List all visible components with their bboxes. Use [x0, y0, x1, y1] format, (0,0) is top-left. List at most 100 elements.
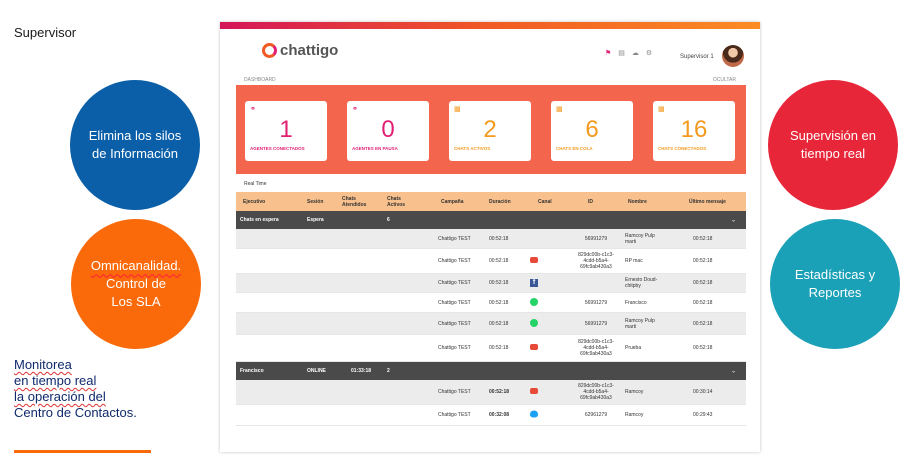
card-label: CHATS CONECTADOS — [658, 146, 707, 151]
card-chats-queued: ▩ 6 CHATS EN COLA — [551, 101, 633, 161]
note-underline-rule — [14, 450, 151, 453]
table-row[interactable]: Chattigo TEST 00:52:18 56991279 Ramcoy Pulp… — [236, 313, 746, 335]
headset-icon: ⚭ — [250, 106, 256, 113]
cell-campana: Chattigo TEST — [438, 320, 471, 327]
col-duracion[interactable]: Duración — [489, 199, 511, 205]
col-atendidos[interactable]: Chats Atendidos — [342, 196, 370, 208]
cell-nombre: Ramcoy Pulp marti — [625, 317, 655, 330]
col-sesion[interactable]: Sesión — [307, 199, 323, 205]
cell-nombre: Ramcoy — [625, 412, 644, 418]
summary-panel: ⚭ 1 AGENTES CONECTADOS ⚭ 0 AGENTES EN PA… — [236, 85, 746, 174]
cell-campana: Chattigo TEST — [438, 412, 471, 418]
table-row[interactable]: Chattigo TEST 00:52:18 829dc00b-c1c3-4cdd-… — [236, 335, 746, 362]
group-row[interactable]: Francisco ONLINE 01:33:18 2 ⌄ — [236, 362, 746, 380]
cell-id: 829dc00b-c1c3-4cdd-b5a4-69fc9ab430a3 — [578, 252, 614, 270]
cell-duracion: 00:52:18 — [489, 280, 509, 286]
table-row[interactable]: Chattigo TEST 00:52:18 56991279 Francisco 00… — [236, 293, 746, 313]
realtime-table: Ejecutivo Sesión Chats Atendidos Chats A… — [236, 192, 746, 426]
cell-ultimo: 00:52:18 — [693, 258, 713, 264]
avatar[interactable] — [722, 45, 744, 67]
whatsapp-icon — [530, 297, 538, 306]
feature-circle-silos: Elimina los silos de Información — [70, 80, 200, 210]
chevron-down-icon[interactable]: ⌄ — [731, 368, 736, 375]
feature-circle-omnichannel: Omnicanalidad. Control de Los SLA — [71, 219, 201, 349]
user-name[interactable]: Supervisor 1 — [680, 54, 714, 60]
cell-id: 829dc00b-c1c3-4cdd-b5a4-69fc9ab430a3 — [578, 383, 614, 401]
cell-duracion: 00:52:18 — [489, 258, 509, 264]
cell-duracion: 00:52:18 — [489, 345, 509, 351]
cell-ultimo: 00:52:18 — [693, 299, 713, 306]
table-row[interactable]: Chattigo TEST 00:32:08 62961279 Ramcoy 00:29… — [236, 405, 746, 426]
cell-id: 62961279 — [584, 412, 608, 418]
cell-ultimo: 00:29:43 — [693, 412, 713, 418]
card-label: AGENTES EN PAUSA — [352, 146, 398, 151]
group-ejecutivo: Chats en espera — [240, 217, 279, 223]
card-label: CHATS EN COLA — [556, 146, 593, 151]
col-activos[interactable]: Chats Activos — [387, 196, 413, 208]
col-ejecutivo[interactable]: Ejecutivo — [243, 199, 265, 205]
table-row[interactable]: Chattigo TEST 00:52:18 829dc00b-c1c3-4cdd-… — [236, 249, 746, 274]
table-body: Chats en espera Espera 6 ⌄ Chattigo TEST 00:5… — [236, 211, 746, 426]
breadcrumb-label: DASHBOARD — [244, 77, 276, 83]
col-campana[interactable]: Campaña — [441, 199, 464, 205]
chat-icon: ▩ — [556, 106, 563, 113]
col-id[interactable]: ID — [588, 199, 593, 205]
chevron-down-icon[interactable]: ⌄ — [731, 217, 736, 224]
group-row[interactable]: Chats en espera Espera 6 ⌄ — [236, 211, 746, 229]
realtime-label: Real Time — [244, 181, 267, 187]
chat-icon — [530, 344, 538, 350]
clipboard-icon[interactable]: ▤ — [618, 49, 625, 57]
col-ultimo[interactable]: Último mensaje — [689, 199, 726, 205]
cell-campana: Chattigo TEST — [438, 389, 471, 395]
feature-circle-silos-text: Elimina los silos de Información — [88, 128, 182, 161]
group-ejecutivo: Francisco — [240, 368, 264, 374]
col-nombre[interactable]: Nombre — [628, 199, 647, 205]
feature-circle-stats: Estadísticas y Reportes — [770, 219, 900, 349]
feature-circle-stats-text: Estadísticas y Reportes — [794, 267, 876, 300]
notification-icon[interactable]: ⚑ — [605, 49, 611, 57]
chattigo-logo[interactable]: chattigo — [262, 42, 338, 59]
table-row[interactable]: Chattigo TEST 00:52:18 829dc00b-c1c3-4cdd-… — [236, 380, 746, 405]
cell-ultimo: 00:52:18 — [693, 345, 713, 351]
monitoring-note: Monitorea en tiempo real la operación de… — [14, 357, 137, 421]
slide-title: Supervisor — [14, 25, 77, 40]
cell-id: 56991279 — [584, 235, 608, 242]
card-chats-connected: ▩ 16 CHATS CONECTADOS — [653, 101, 735, 161]
hide-button[interactable]: OCULTAR — [713, 77, 736, 83]
note-line: en tiempo real — [14, 373, 97, 388]
col-canal[interactable]: Canal — [538, 199, 552, 205]
card-chats-active: ▩ 2 CHATS ACTIVOS — [449, 101, 531, 161]
cell-duracion: 00:52:18 — [489, 235, 509, 242]
cell-duracion: 00:32:08 — [489, 412, 510, 418]
cloud-icon[interactable]: ☁ — [632, 49, 639, 57]
feature-circle-omnichannel-line2: Control de — [106, 276, 166, 291]
dashboard-screenshot: chattigo ⚑ ▤ ☁ ⚙ Supervisor 1 DASHBOARD … — [220, 22, 760, 452]
card-label: AGENTES CONECTADOS — [250, 146, 305, 151]
note-line: Monitorea — [14, 357, 72, 372]
table-header: Ejecutivo Sesión Chats Atendidos Chats A… — [236, 192, 746, 211]
cell-ultimo: 00:52:18 — [693, 280, 713, 286]
facebook-icon: f — [530, 279, 538, 287]
card-value: 16 — [680, 116, 708, 143]
settings-icon[interactable]: ⚙ — [646, 49, 652, 57]
cell-campana: Chattigo TEST — [438, 258, 471, 264]
note-line: la operación del — [14, 389, 106, 404]
note-line: Centro de Contactos. — [14, 405, 137, 420]
cell-nombre: Prueba — [625, 345, 642, 351]
chat-icon: ▩ — [454, 106, 461, 113]
chat-icon — [530, 388, 538, 394]
header-icons: ⚑ ▤ ☁ ⚙ — [605, 49, 652, 57]
card-agents-paused: ⚭ 0 AGENTES EN PAUSA — [347, 101, 429, 161]
group-activos: 6 — [387, 217, 390, 223]
table-row[interactable]: Chattigo TEST 00:52:18 Ernesto Doud-chitpb… — [236, 274, 746, 293]
cell-id: 56991279 — [584, 299, 608, 306]
card-value: 0 — [381, 116, 395, 143]
group-sesion: Espera — [307, 217, 324, 223]
cell-nombre: Ernesto Doud-chitpby — [625, 277, 658, 289]
cell-campana: Chattigo TEST — [438, 299, 471, 306]
card-agents-connected: ⚭ 1 AGENTES CONECTADOS — [245, 101, 327, 161]
channel-cell — [530, 318, 538, 329]
table-row[interactable]: Chattigo TEST 00:52:18 56991279 Ramcoy Pulp… — [236, 229, 746, 249]
chat-icon: ▩ — [658, 106, 665, 113]
chat-icon — [530, 257, 538, 263]
